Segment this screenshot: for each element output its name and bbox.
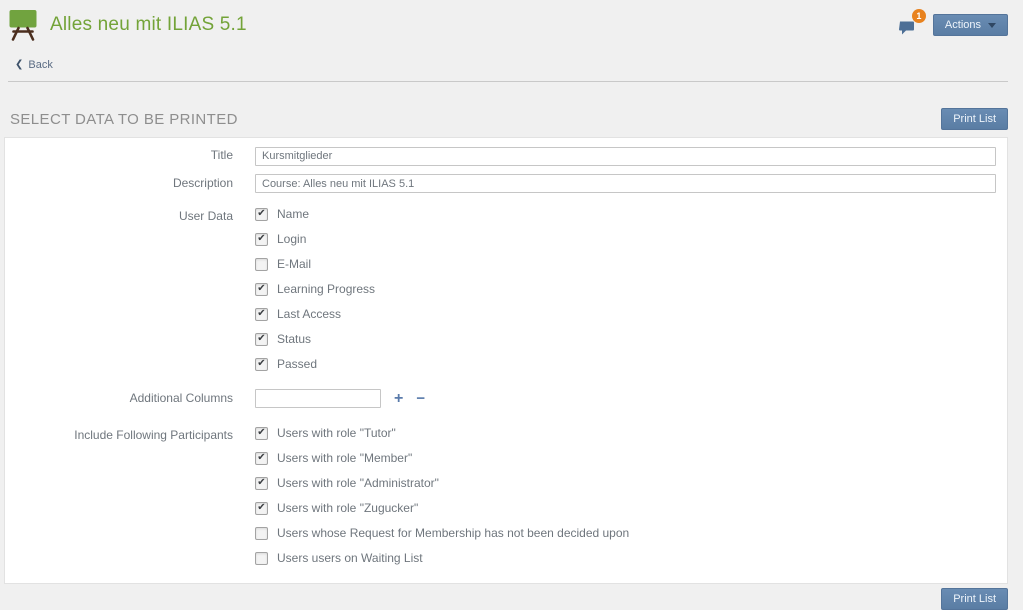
print-list-button-top[interactable]: Print List (941, 108, 1008, 130)
participants-group: Include Following Participants Users wit… (5, 426, 1007, 565)
checkbox-label: Status (277, 332, 311, 346)
checkbox-learning-progress[interactable] (255, 283, 268, 296)
user-data-label: User Data (5, 207, 255, 371)
checkbox-row-email: E-Mail (255, 257, 996, 271)
description-label: Description (5, 174, 255, 194)
title-label: Title (5, 146, 255, 166)
checkbox-label: Passed (277, 357, 317, 371)
notification-comment-icon[interactable]: 1 (899, 15, 919, 35)
user-data-group: User Data Name Login E-Mail Learning Pro… (5, 207, 1007, 371)
checkbox-role-tutor[interactable] (255, 427, 268, 440)
checkbox-label: Users with role "Tutor" (277, 426, 396, 440)
print-list-button-bottom[interactable]: Print List (941, 588, 1008, 610)
checkbox-passed[interactable] (255, 358, 268, 371)
title-input[interactable] (255, 147, 996, 166)
header-actions: 1 Actions (899, 14, 1008, 36)
checkbox-waiting-list[interactable] (255, 552, 268, 565)
checkbox-role-zugucker[interactable] (255, 502, 268, 515)
caret-down-icon (988, 23, 996, 28)
checkbox-row-passed: Passed (255, 357, 996, 371)
checkbox-row-membership-request: Users whose Request for Membership has n… (255, 526, 996, 540)
page: Alles neu mit ILIAS 5.1 1 Actions ❮ Back… (0, 0, 1023, 584)
course-blackboard-icon (8, 9, 38, 41)
checkbox-label: Last Access (277, 307, 341, 321)
participants-label: Include Following Participants (5, 426, 255, 565)
back-button[interactable]: ❮ Back (8, 59, 53, 71)
actions-button-label: Actions (945, 19, 981, 31)
checkbox-membership-request[interactable] (255, 527, 268, 540)
checkbox-row-role-zugucker: Users with role "Zugucker" (255, 501, 996, 515)
checkbox-role-administrator[interactable] (255, 477, 268, 490)
checkbox-label: E-Mail (277, 257, 311, 271)
minus-icon[interactable]: − (416, 391, 425, 406)
checkbox-label: Users users on Waiting List (277, 551, 423, 565)
title-row: Title (5, 146, 1007, 166)
checkbox-label: Users whose Request for Membership has n… (277, 526, 629, 540)
section-head: SELECT DATA TO BE PRINTED Print List (8, 108, 1008, 130)
checkbox-row-role-member: Users with role "Member" (255, 451, 996, 465)
checkbox-label: Users with role "Member" (277, 451, 412, 465)
section-title: SELECT DATA TO BE PRINTED (8, 111, 238, 128)
checkbox-last-access[interactable] (255, 308, 268, 321)
checkbox-label: Name (277, 207, 309, 221)
plus-icon[interactable]: + (394, 391, 403, 407)
additional-columns-input[interactable] (255, 389, 381, 408)
additional-columns-label: Additional Columns (5, 389, 255, 408)
checkbox-login[interactable] (255, 233, 268, 246)
description-input[interactable] (255, 174, 996, 193)
back-chevron-icon: ❮ (15, 59, 23, 70)
page-title: Alles neu mit ILIAS 5.1 (50, 14, 247, 36)
checkbox-row-name: Name (255, 207, 996, 221)
checkbox-label: Learning Progress (277, 282, 375, 296)
comment-icon (899, 20, 916, 35)
checkbox-row-role-tutor: Users with role "Tutor" (255, 426, 996, 440)
checkbox-status[interactable] (255, 333, 268, 346)
back-label: Back (28, 59, 52, 71)
description-row: Description (5, 174, 1007, 194)
checkbox-role-member[interactable] (255, 452, 268, 465)
checkbox-row-login: Login (255, 232, 996, 246)
additional-columns-row: Additional Columns + − (5, 389, 1007, 408)
actions-button[interactable]: Actions (933, 14, 1008, 36)
checkbox-label: Login (277, 232, 306, 246)
checkbox-row-status: Status (255, 332, 996, 346)
notification-badge: 1 (912, 9, 926, 23)
header: Alles neu mit ILIAS 5.1 1 Actions (8, 0, 1008, 46)
checkbox-row-learning-progress: Learning Progress (255, 282, 996, 296)
checkbox-label: Users with role "Zugucker" (277, 501, 418, 515)
toolbar: ❮ Back (8, 46, 1008, 82)
checkbox-row-role-administrator: Users with role "Administrator" (255, 476, 996, 490)
checkbox-label: Users with role "Administrator" (277, 476, 439, 490)
checkbox-row-waiting-list: Users users on Waiting List (255, 551, 996, 565)
print-form-panel: Title Description User Data Name Login (4, 137, 1008, 584)
checkbox-email[interactable] (255, 258, 268, 271)
checkbox-name[interactable] (255, 208, 268, 221)
checkbox-row-last-access: Last Access (255, 307, 996, 321)
